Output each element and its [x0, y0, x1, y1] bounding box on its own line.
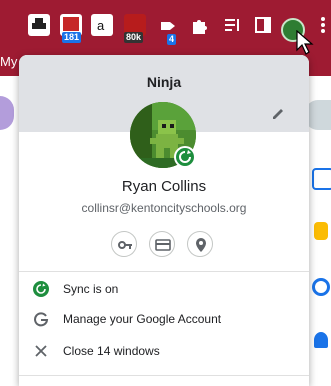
card-icon	[155, 239, 171, 251]
addresses-button[interactable]	[187, 231, 213, 257]
key-icon	[118, 241, 132, 249]
extension-badge: 80k	[124, 32, 144, 43]
sync-status-icon	[174, 146, 196, 168]
close-windows-label: Close 14 windows	[63, 344, 160, 358]
avatar	[0, 96, 14, 130]
divider	[19, 271, 309, 272]
passwords-button[interactable]	[111, 231, 137, 257]
reading-list-icon[interactable]	[222, 14, 244, 36]
user-email: collinsr@kentoncityschools.org	[81, 201, 247, 215]
location-pin-icon	[196, 238, 206, 252]
svg-text:a: a	[97, 18, 105, 33]
close-windows-menu-item[interactable]: Close 14 windows	[19, 336, 309, 366]
extensions-puzzle-icon[interactable]	[188, 14, 210, 36]
extension-hat-icon[interactable]	[28, 14, 50, 36]
extension-amazon-icon[interactable]: a	[91, 14, 113, 36]
google-g-icon	[34, 312, 49, 327]
close-icon	[35, 345, 47, 357]
pencil-icon	[273, 109, 283, 119]
calendar-app-icon[interactable]	[312, 168, 331, 190]
manage-account-label: Manage your Google Account	[63, 312, 222, 326]
extension-badge: 4	[167, 34, 177, 45]
sync-icon	[33, 281, 49, 297]
profile-menu: Ninja Ryan Collins collinsr@kentoncitysc…	[19, 55, 309, 386]
sync-menu-item[interactable]: Sync is on	[19, 274, 309, 304]
profile-name: Ninja	[146, 74, 182, 90]
more-menu-icon[interactable]	[318, 14, 328, 36]
contacts-app-icon[interactable]	[314, 332, 328, 348]
manage-account-menu-item[interactable]: Manage your Google Account	[19, 304, 309, 334]
payment-methods-button[interactable]	[149, 231, 175, 257]
extension-badge: 181	[62, 32, 82, 43]
side-panel-icon[interactable]	[252, 14, 274, 36]
mouse-cursor-icon	[296, 30, 314, 55]
keep-app-icon[interactable]	[314, 222, 328, 240]
extension-tag-icon[interactable]	[158, 14, 180, 36]
divider	[19, 375, 309, 376]
tasks-app-icon[interactable]	[312, 278, 330, 296]
browser-toolbar: 181 a 80k 4	[0, 0, 331, 46]
sync-status-label: Sync is on	[63, 282, 119, 296]
edit-profile-button[interactable]	[267, 102, 289, 124]
user-name: Ryan Collins	[121, 178, 207, 195]
